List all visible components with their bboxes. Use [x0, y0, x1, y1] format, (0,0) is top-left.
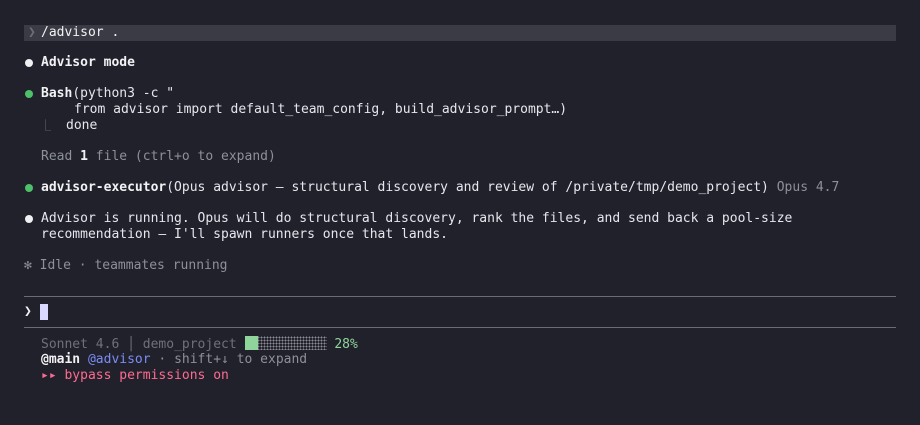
executor-tool-name: advisor-executor	[41, 180, 167, 195]
expand-hint: · shift+↓ to expand	[158, 352, 308, 367]
text-cursor	[40, 304, 48, 320]
status-separator: │	[127, 337, 135, 352]
advisor-mode-heading: Advisor mode	[41, 55, 135, 70]
bash-tool-name: Bash	[41, 86, 73, 101]
tool-success-icon	[25, 184, 33, 192]
advisor-status-line-1: Advisor is running. Opus will do structu…	[41, 211, 793, 226]
input-top-divider	[24, 296, 896, 297]
command-echo: ❯ /advisor .	[24, 25, 896, 41]
agent-name[interactable]: @advisor	[88, 352, 151, 367]
input-prompt-icon: ❯	[24, 304, 32, 319]
prompt-chevron-icon: ❯	[28, 25, 36, 40]
advisor-status-line-2: recommendation — I'll spawn runners once…	[41, 227, 448, 242]
agent-line: @main @advisor · shift+↓ to expand	[41, 352, 307, 368]
executor-model: Opus 4.7	[776, 180, 840, 195]
context-usage-fill	[244, 336, 259, 350]
read-count: 1	[80, 149, 88, 164]
bash-code-line: from advisor import default_team_config,…	[74, 102, 568, 117]
status-line: Sonnet 4.6 │ demo_project 28%	[41, 336, 358, 353]
bash-tool-args: (python3 -c "	[72, 86, 175, 101]
project-name: demo_project	[142, 337, 237, 352]
idle-spinner-icon: ✻	[24, 258, 32, 273]
bypass-text: bypass permissions on	[64, 368, 229, 383]
idle-text: Idle · teammates running	[39, 258, 228, 273]
executor-tool-call: advisor-executor(Opus advisor — structur…	[41, 180, 839, 196]
context-usage-percent: 28%	[334, 337, 358, 352]
model-name: Sonnet 4.6	[41, 337, 120, 352]
context-usage-bar	[244, 336, 327, 350]
message-bullet-icon	[25, 215, 33, 223]
tool-success-icon	[25, 90, 33, 98]
branch-name: @main	[41, 352, 81, 367]
message-bullet-icon	[25, 59, 33, 67]
fast-forward-icon: ▸▸	[41, 368, 57, 383]
result-connector-icon: ⎿	[40, 119, 51, 132]
bypass-permissions-indicator[interactable]: ▸▸ bypass permissions on	[41, 368, 229, 384]
command-text: /advisor .	[41, 25, 120, 40]
input-bottom-divider	[24, 327, 896, 328]
bash-result: done	[66, 118, 98, 133]
read-summary[interactable]: Read 1 file (ctrl+o to expand)	[41, 149, 276, 165]
idle-status: ✻ Idle · teammates running	[24, 258, 228, 274]
prompt-input[interactable]	[40, 304, 890, 320]
executor-tool-args: (Opus advisor — structural discovery and…	[166, 180, 769, 195]
bash-tool-call: Bash(python3 -c "	[41, 86, 174, 102]
